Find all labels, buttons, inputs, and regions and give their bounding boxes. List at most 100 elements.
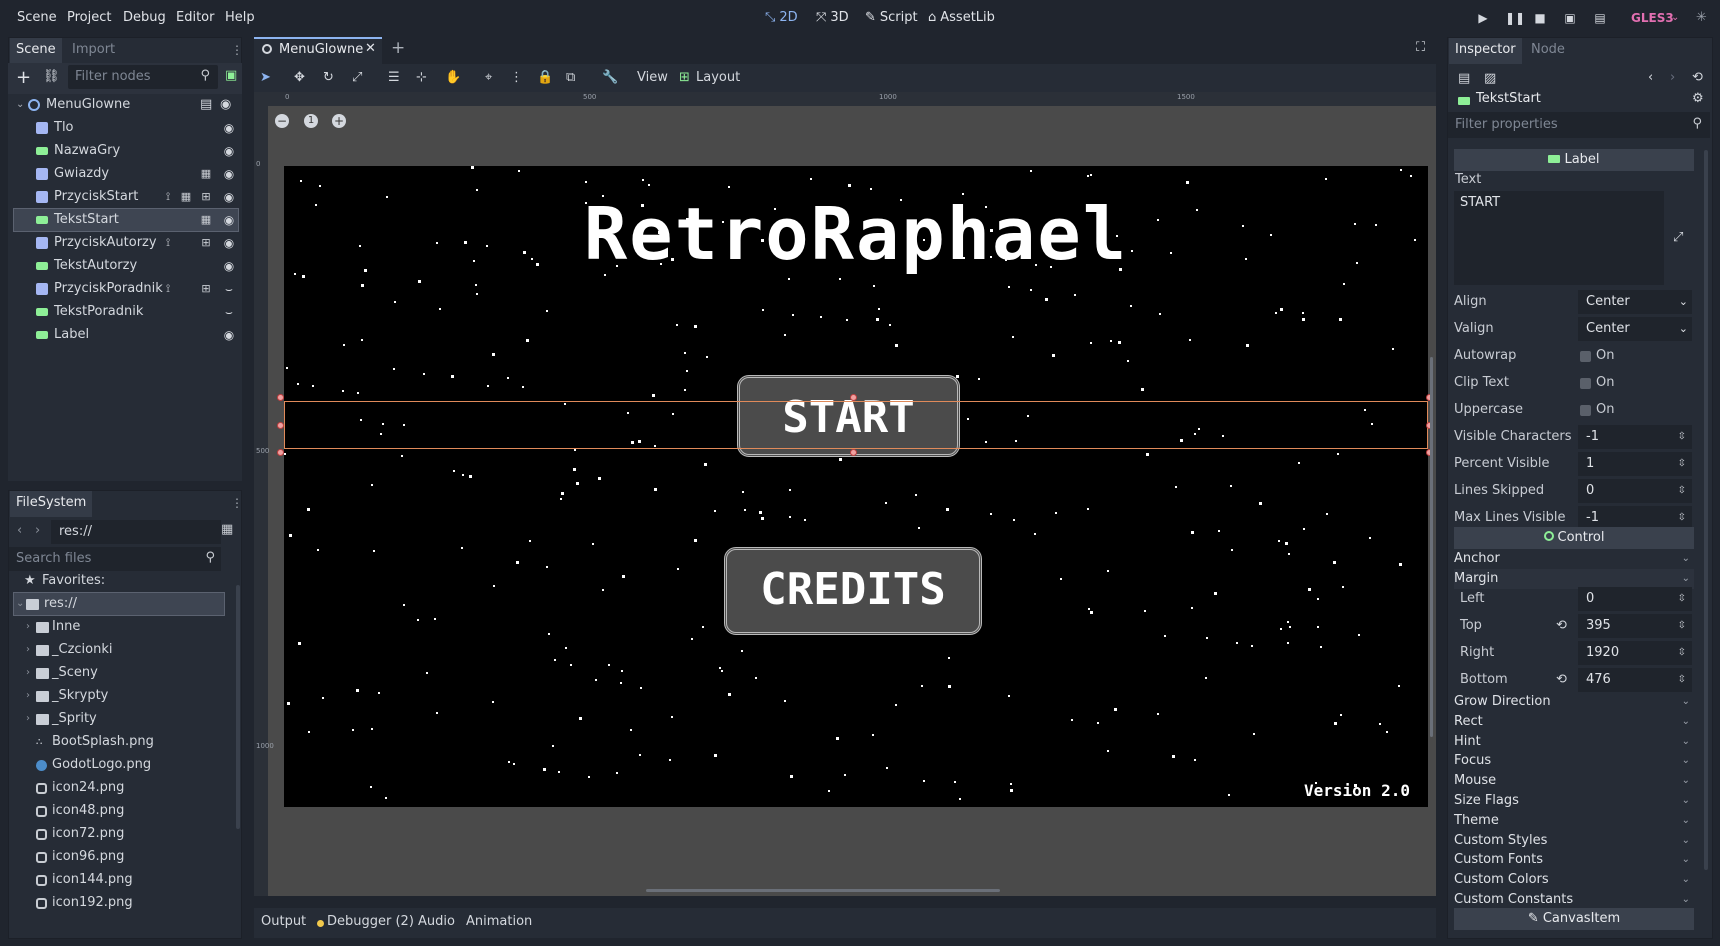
search-files-input[interactable]: Search files ⚲ — [9, 547, 221, 571]
group-icon[interactable]: ▦ — [198, 163, 214, 185]
margin-spinbox[interactable]: 1920 ⇳ — [1578, 641, 1692, 665]
back-arrow-icon[interactable]: ‹ — [17, 523, 22, 538]
lock-icon[interactable]: 🔒 — [537, 70, 553, 85]
workspace-script-button[interactable]: ✎ Script — [865, 10, 918, 25]
scene-instance-icon[interactable]: ▦ — [178, 186, 194, 208]
tree-node-row[interactable]: TekstAutorzy ◉ — [14, 255, 238, 277]
tree-node-row[interactable]: TekstPoradnik ⌣ — [14, 301, 238, 323]
revert-icon[interactable]: ⟲ — [1556, 613, 1567, 639]
fs-folder-row[interactable]: › _Skrypty — [14, 685, 234, 707]
tree-node-row[interactable]: Tlo ◉ — [14, 117, 238, 139]
tab-scene[interactable]: Scene — [10, 38, 62, 64]
script-attach-icon[interactable]: ▣ — [225, 68, 237, 83]
script-icon[interactable]: ▤ — [200, 94, 212, 116]
fs-folder-row[interactable]: › _Czcionki — [14, 639, 234, 661]
property-dropdown[interactable]: Center ⌄ — [1578, 317, 1692, 341]
workspace-3d-button[interactable]: ⤧ 3D — [816, 10, 849, 25]
tab-debugger[interactable]: Debugger (2) — [327, 914, 414, 929]
signal-icon[interactable]: ⟟ — [160, 232, 176, 254]
rotate-tool-icon[interactable]: ↻ — [323, 70, 334, 85]
add-node-icon[interactable]: + — [16, 67, 31, 88]
visibility-eye-icon[interactable]: ◉ — [220, 209, 238, 231]
visibility-eye-icon[interactable]: ◉ — [220, 255, 238, 277]
margin-spinbox[interactable]: 395 ⇳ — [1578, 614, 1692, 638]
expand-editor-icon[interactable]: ⤢ — [1673, 230, 1683, 245]
property-spinbox[interactable]: 0 ⇳ — [1578, 479, 1692, 503]
fs-file-row[interactable]: GodotLogo.png — [14, 754, 234, 776]
filter-nodes-input[interactable]: Filter nodes ⚲ — [68, 65, 218, 89]
snap-icon[interactable]: ⌖ — [485, 70, 492, 85]
tab-animation[interactable]: Animation — [466, 914, 532, 929]
play-scene-icon[interactable]: ▣ — [1563, 11, 1577, 25]
path-field[interactable]: res:// — [51, 520, 221, 544]
dock-menu-icon[interactable]: ⋮ — [231, 496, 243, 510]
property-group[interactable]: Hint ⌄ — [1454, 732, 1694, 752]
tree-node-row[interactable]: PrzyciskAutorzy ◉ ⟟ ⊞ — [14, 232, 238, 254]
inspector-scrollbar[interactable] — [1704, 150, 1708, 870]
tree-node-row[interactable]: Label ◉ — [14, 324, 238, 346]
visibility-hidden-icon[interactable]: ⌣ — [220, 301, 238, 323]
tab-inspector[interactable]: Inspector — [1449, 38, 1522, 64]
menu-debug[interactable]: Debug — [123, 10, 166, 25]
history-back-icon[interactable]: ‹ — [1648, 70, 1653, 85]
property-group[interactable]: Grow Direction ⌄ — [1454, 692, 1694, 712]
view-menu[interactable]: View — [637, 70, 668, 85]
new-resource-icon[interactable]: ▤ — [1458, 71, 1470, 86]
spinner-arrows-icon[interactable]: ⇳ — [1678, 479, 1686, 503]
workspace-2d-button[interactable]: ⤡ 2D — [765, 10, 798, 25]
visibility-eye-icon[interactable]: ◉ — [220, 163, 238, 185]
visibility-eye-icon[interactable]: ◉ — [220, 140, 238, 162]
visibility-eye-icon[interactable]: ◉ — [220, 186, 238, 208]
tab-node[interactable]: Node — [1525, 38, 1571, 64]
anchor-group[interactable]: Anchor ⌄ — [1454, 549, 1694, 569]
menu-project[interactable]: Project — [67, 10, 111, 25]
selection-handle[interactable] — [850, 449, 857, 456]
tab-audio[interactable]: Audio — [418, 914, 455, 929]
visibility-eye-icon[interactable]: ◉ — [220, 324, 238, 346]
visibility-hidden-icon[interactable]: ⌣ — [220, 278, 238, 300]
list-select-icon[interactable]: ☰ — [388, 70, 400, 85]
stop-icon[interactable]: ■ — [1533, 11, 1547, 25]
split-view-icon[interactable]: ▦ — [221, 522, 233, 537]
more-icon[interactable]: ⋮ — [510, 70, 523, 85]
property-group[interactable]: Size Flags ⌄ — [1454, 791, 1694, 811]
distraction-free-icon[interactable]: ⛶ — [1416, 40, 1425, 55]
canvasitem-section-header[interactable]: ✎ CanvasItem — [1454, 908, 1694, 930]
tab-import[interactable]: Import — [66, 38, 121, 64]
text-property-field[interactable]: START — [1454, 191, 1664, 285]
revert-icon[interactable]: ⟲ — [1556, 667, 1567, 693]
fs-file-row[interactable]: icon144.png — [14, 869, 234, 891]
scrollbar[interactable] — [236, 585, 240, 829]
favorites-row[interactable]: ★ Favorites: — [14, 570, 234, 592]
visibility-eye-icon[interactable]: ◉ — [220, 117, 238, 139]
control-section-header[interactable]: Control — [1454, 527, 1694, 549]
play-custom-scene-icon[interactable]: ▤ — [1593, 11, 1607, 25]
property-spinbox[interactable]: 1 ⇳ — [1578, 452, 1692, 476]
checkbox[interactable] — [1580, 405, 1591, 416]
visibility-eye-icon[interactable]: ◉ — [220, 232, 238, 254]
tree-node-row[interactable]: Gwiazdy ◉ ▦ — [14, 163, 238, 185]
selection-handle[interactable] — [277, 394, 284, 401]
property-group[interactable]: Custom Colors ⌄ — [1454, 870, 1694, 890]
history-forward-icon[interactable]: › — [1670, 70, 1675, 85]
checkbox[interactable] — [1580, 378, 1591, 389]
spinner-arrows-icon[interactable]: ⇳ — [1678, 641, 1686, 665]
property-group[interactable]: Custom Constants ⌄ — [1454, 890, 1694, 910]
property-group[interactable]: Mouse ⌄ — [1454, 771, 1694, 791]
layout-menu[interactable]: Layout — [696, 70, 740, 85]
menu-help[interactable]: Help — [225, 10, 255, 25]
zoom-out-icon[interactable]: − — [275, 114, 289, 128]
fs-file-row[interactable]: icon96.png — [14, 846, 234, 868]
selection-rect[interactable] — [284, 401, 1428, 449]
fs-file-row[interactable]: icon192.png — [14, 892, 234, 914]
horizontal-scrollbar[interactable] — [646, 889, 1000, 892]
group-icon[interactable]: ⊞ — [198, 232, 214, 254]
filter-properties-input[interactable]: Filter properties ⚲ — [1448, 112, 1710, 138]
property-group[interactable]: Rect ⌄ — [1454, 712, 1694, 732]
play-icon[interactable]: ▶ — [1476, 11, 1490, 25]
history-icon[interactable]: ⟲ — [1692, 70, 1703, 85]
group-icon[interactable]: ▦ — [198, 209, 214, 231]
label-section-header[interactable]: Label — [1454, 149, 1694, 171]
group-icon[interactable]: ⊞ — [198, 278, 214, 300]
pan-tool-icon[interactable]: ✋ — [445, 70, 461, 85]
